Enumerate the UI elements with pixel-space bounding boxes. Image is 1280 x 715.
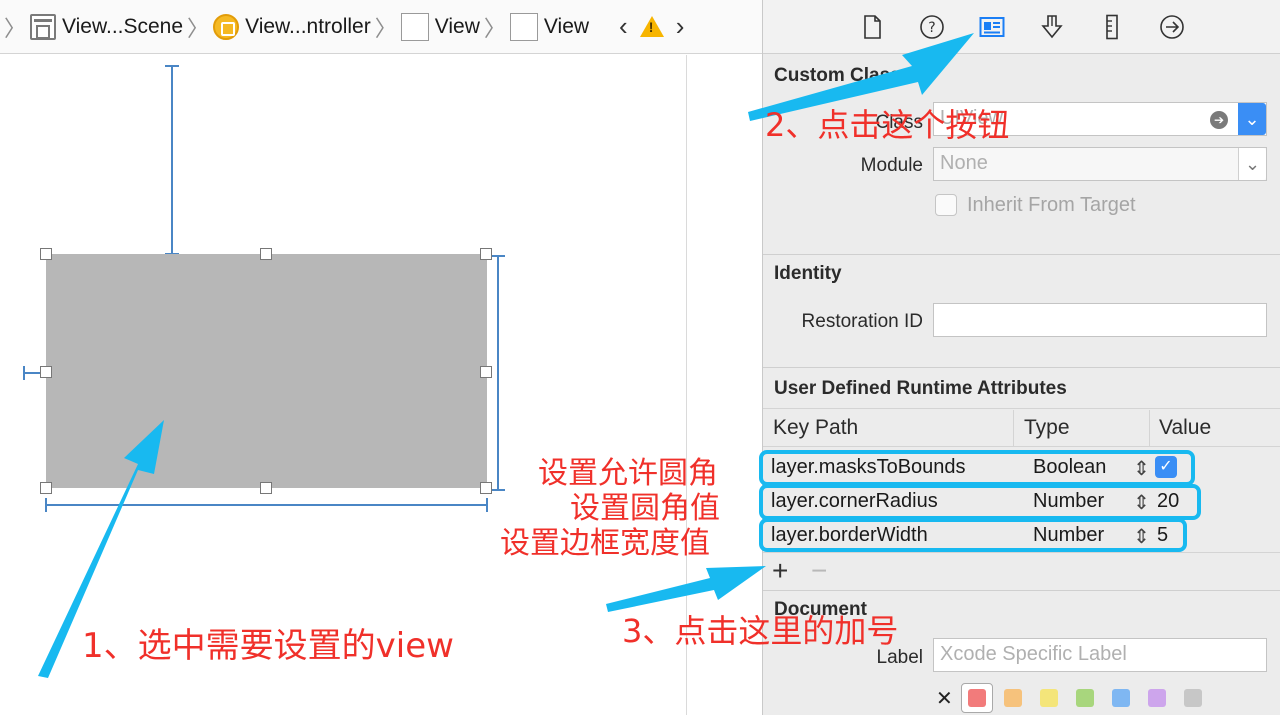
view-icon [509, 12, 538, 41]
section-title: Identity [774, 263, 842, 284]
module-label: Module [860, 155, 923, 176]
remove-attribute-button[interactable]: − [811, 555, 827, 587]
warning-icon[interactable] [639, 16, 664, 37]
inherit-label: Inherit From Target [967, 194, 1136, 216]
breadcrumb-item-view[interactable]: View [400, 12, 480, 41]
top-constraint-cap [165, 65, 179, 67]
height-constraint-cap [491, 489, 505, 491]
chevron-right-icon: 〉 [483, 15, 506, 41]
breadcrumb-item-scene[interactable]: View...Scene [30, 13, 184, 40]
go-to-class-icon[interactable]: ➔ [1210, 111, 1228, 129]
width-constraint-cap [486, 498, 488, 512]
header-value: Value [1159, 416, 1212, 439]
row-highlight [759, 518, 1187, 552]
row-highlight [759, 484, 1201, 520]
color-swatch-green[interactable] [1076, 689, 1094, 707]
resize-handle[interactable] [480, 248, 492, 260]
module-dropdown-button[interactable]: ⌄ [1238, 148, 1266, 180]
resize-handle[interactable] [480, 482, 492, 494]
identity-section: Identity Restoration ID [763, 255, 1280, 368]
resize-handle[interactable] [40, 482, 52, 494]
column-separator [1013, 410, 1014, 446]
top-constraint-line[interactable] [171, 66, 173, 254]
color-swatch-yellow[interactable] [1040, 689, 1058, 707]
color-swatch-orange[interactable] [1004, 689, 1022, 707]
restoration-id-label: Restoration ID [801, 311, 923, 332]
section-title: Custom Class [774, 65, 901, 86]
leading-constraint-cap [23, 366, 25, 380]
clear-color-button[interactable]: ✕ [936, 686, 953, 711]
restoration-id-field[interactable] [933, 303, 1267, 337]
breadcrumb-item-view-selected[interactable]: View [509, 12, 590, 41]
identity-inspector-icon[interactable] [977, 12, 1007, 42]
document-label-field[interactable]: Xcode Specific Label [933, 638, 1267, 672]
width-constraint-line[interactable] [46, 504, 487, 506]
inherit-checkbox[interactable] [935, 194, 957, 216]
color-swatch-blue[interactable] [1112, 689, 1130, 707]
connections-inspector-icon[interactable] [1157, 12, 1187, 42]
annotation-step2: 2、点击这个按钮 [765, 106, 1010, 144]
svg-text:?: ? [928, 20, 935, 36]
row-highlight [759, 450, 1195, 486]
attributes-inspector-icon[interactable] [1037, 12, 1067, 42]
selected-view[interactable] [46, 254, 487, 488]
header-type: Type [1024, 416, 1070, 439]
document-label-placeholder: Xcode Specific Label [940, 643, 1127, 665]
breadcrumb-label: View [543, 14, 590, 38]
chevron-right-icon: 〉 [374, 15, 397, 41]
add-attribute-button[interactable]: + [772, 555, 788, 587]
module-field[interactable]: None ⌄ [933, 147, 1267, 181]
previous-issue-button[interactable]: ‹ [619, 11, 628, 42]
resize-handle[interactable] [260, 482, 272, 494]
next-issue-button[interactable]: › [676, 11, 685, 42]
column-separator [1149, 410, 1150, 446]
color-swatch-purple[interactable] [1148, 689, 1166, 707]
size-inspector-icon[interactable] [1097, 12, 1127, 42]
annotation-row-note: 设置边框宽度值 [500, 526, 710, 561]
annotation-step1: 1、选中需要设置的view [82, 626, 454, 666]
chevron-right-icon: 〉 [4, 15, 27, 41]
resize-handle[interactable] [260, 248, 272, 260]
breadcrumb-item-view-controller[interactable]: View...ntroller [213, 13, 371, 40]
chevron-right-icon: 〉 [187, 15, 210, 41]
breadcrumb-label: View...Scene [62, 14, 184, 38]
resize-handle[interactable] [40, 248, 52, 260]
breadcrumb: 〉 View...Scene 〉 View...ntroller 〉 View … [0, 0, 762, 54]
class-dropdown-button[interactable]: ⌄ [1238, 103, 1266, 135]
breadcrumb-label: View [434, 14, 480, 38]
annotation-step3: 3、点击这里的加号 [622, 612, 899, 650]
breadcrumb-label: View...ntroller [245, 14, 371, 38]
file-inspector-icon[interactable] [857, 12, 887, 42]
header-key-path: Key Path [773, 416, 859, 439]
table-header-border [763, 446, 1280, 447]
table-top-border [763, 408, 1280, 409]
resize-handle[interactable] [480, 366, 492, 378]
view-icon [400, 12, 429, 41]
width-constraint-cap [45, 498, 47, 512]
module-value: None [940, 152, 988, 174]
scene-icon [30, 13, 57, 40]
inspector-tab-bar: ? [763, 0, 1280, 54]
height-constraint-line[interactable] [497, 256, 499, 490]
custom-class-section: Custom Class Class UIView ➔ ⌄ Module Non… [763, 55, 1280, 255]
color-swatch-gray[interactable] [1184, 689, 1202, 707]
table-bottom-border [763, 552, 1280, 553]
height-constraint-cap [491, 255, 505, 257]
view-controller-icon [213, 13, 240, 40]
color-swatch-red[interactable] [968, 689, 986, 707]
resize-handle[interactable] [40, 366, 52, 378]
quick-help-icon[interactable]: ? [917, 12, 947, 42]
section-title: User Defined Runtime Attributes [774, 378, 1067, 399]
